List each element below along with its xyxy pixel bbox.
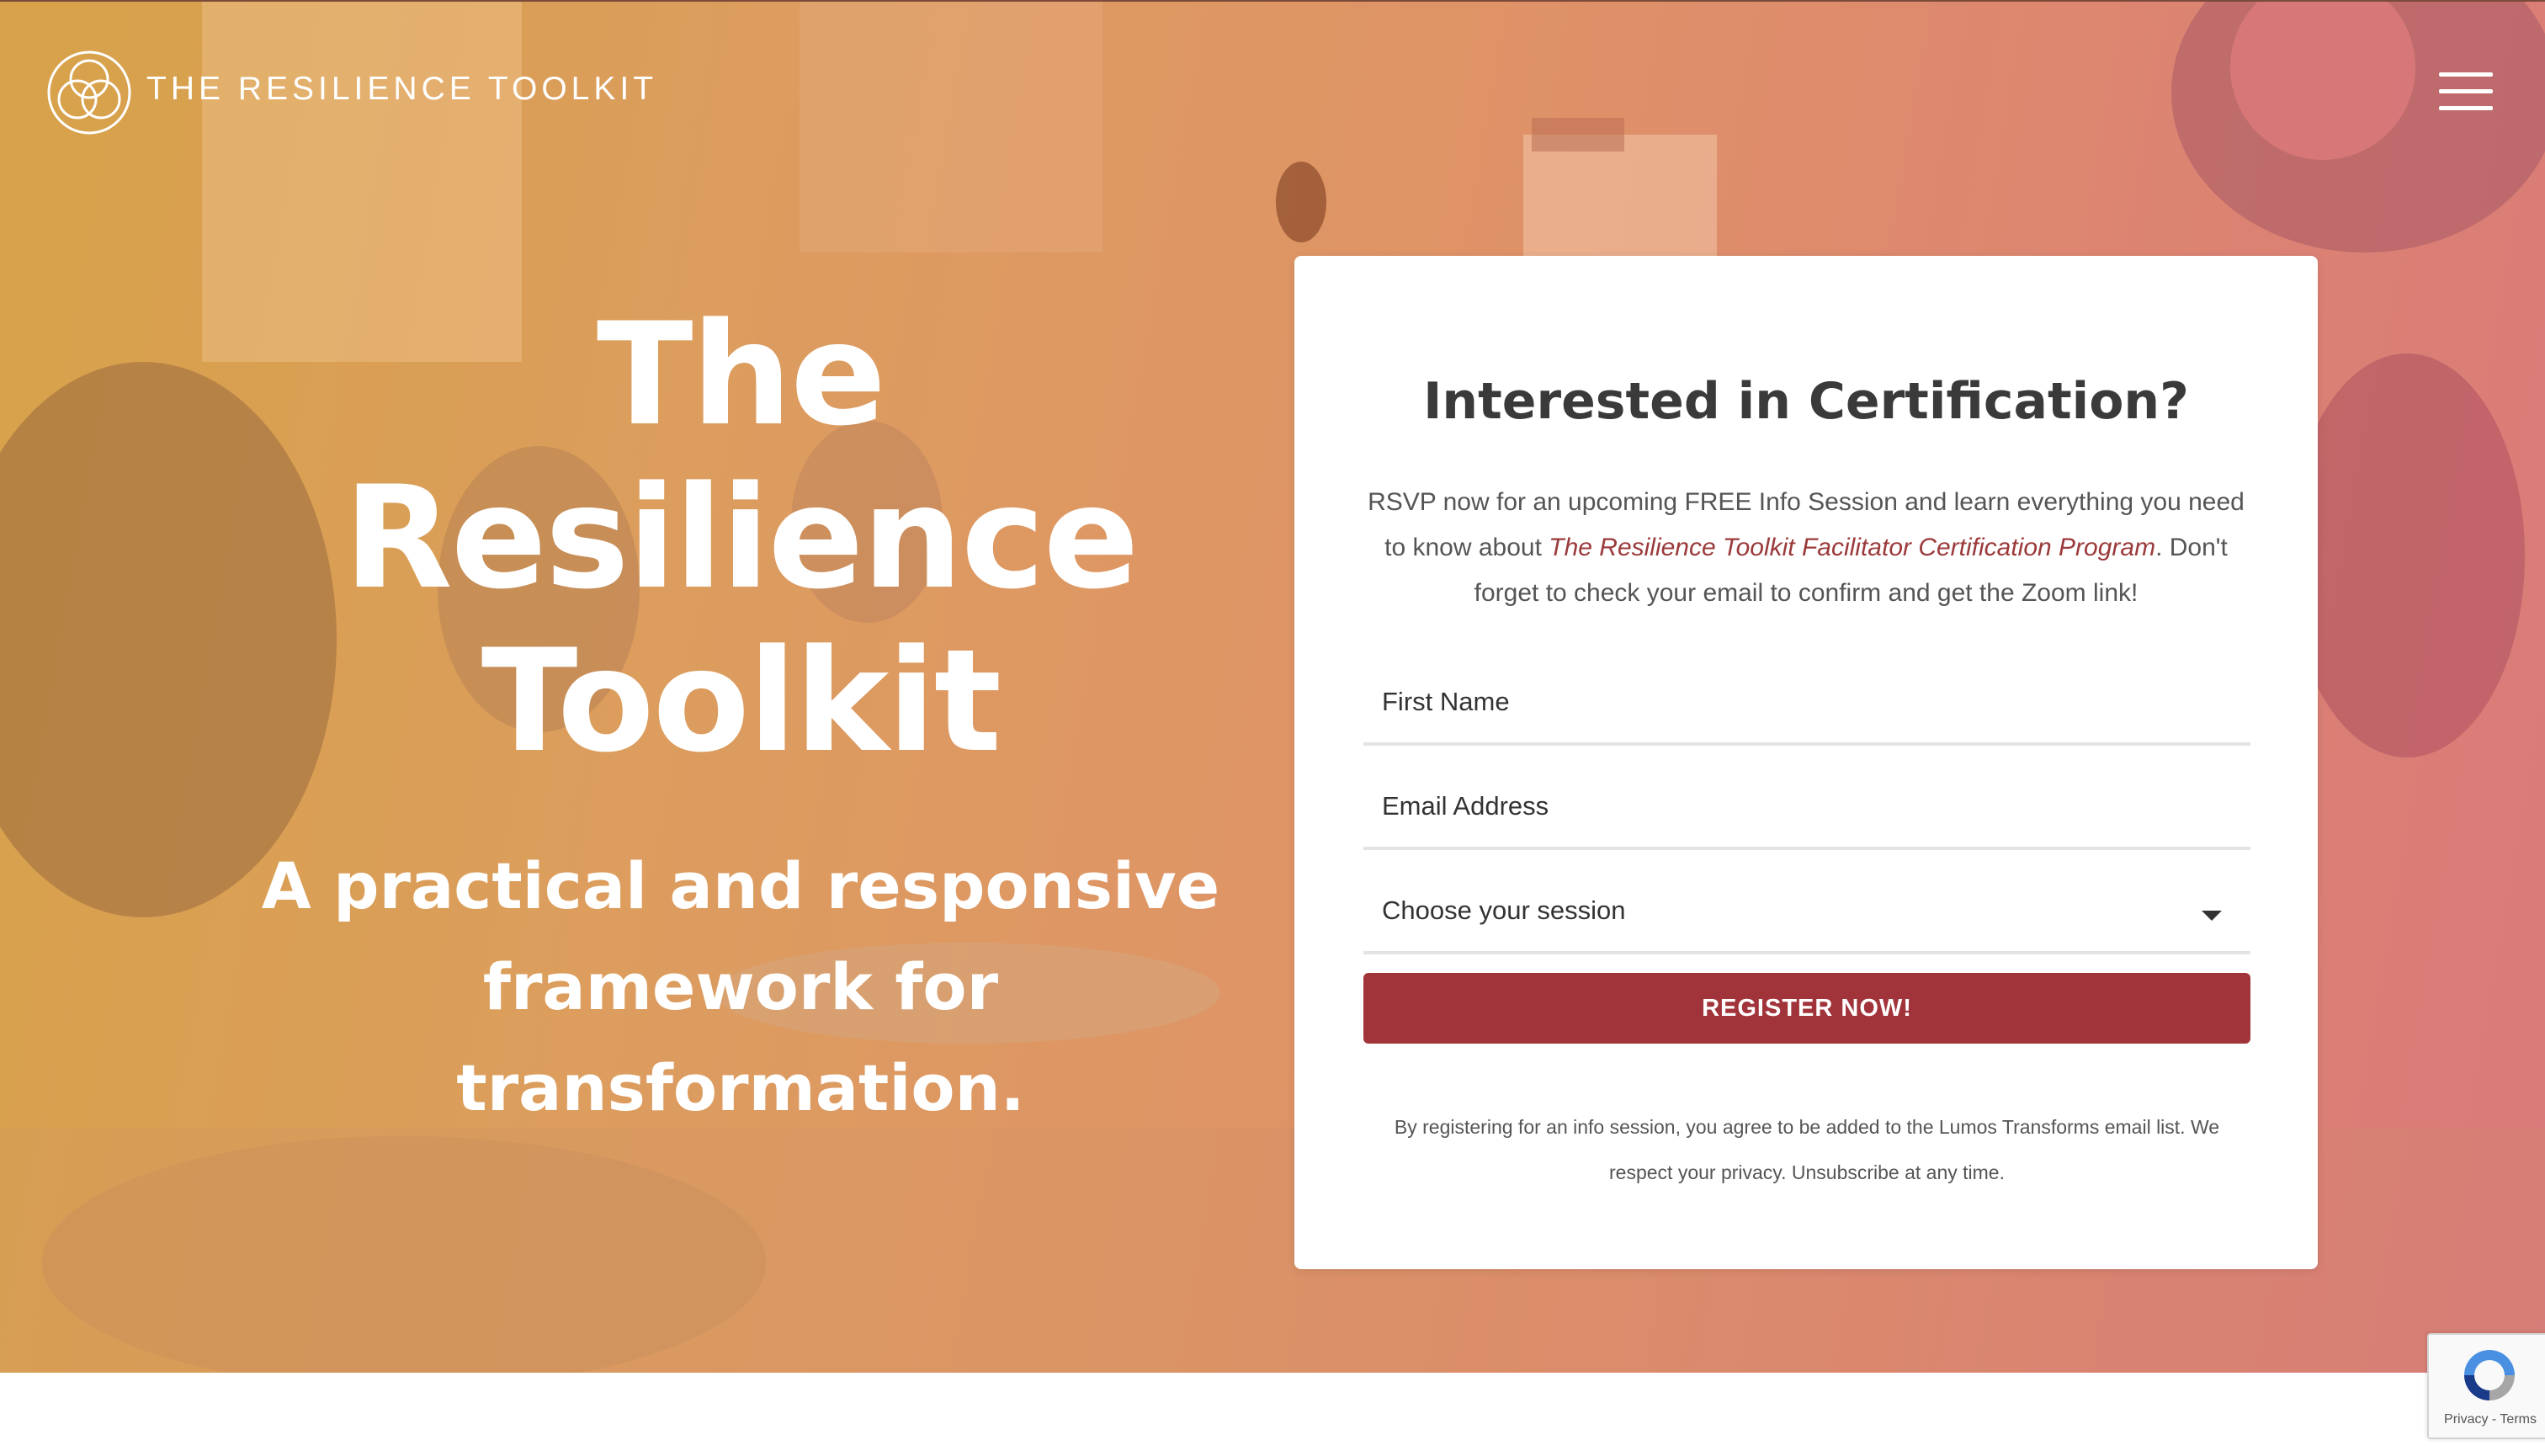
session-select[interactable]: Choose your session [1363, 880, 2250, 954]
register-button[interactable]: REGISTER NOW! [1363, 973, 2250, 1044]
hero-subtitle: A practical and responsive framework for… [252, 836, 1229, 1139]
card-title: Interested in Certification? [1423, 372, 2189, 431]
top-border [0, 0, 2545, 2]
recaptcha-badge[interactable]: Privacy - Terms [2427, 1333, 2545, 1439]
privacy-disclaimer: By registering for an info session, you … [1394, 1116, 2220, 1183]
email-field[interactable]: Email Address [1363, 776, 2250, 850]
first-name-placeholder: First Name [1382, 687, 1510, 716]
brand-name[interactable]: THE RESILIENCE TOOLKIT [146, 71, 657, 108]
first-name-field[interactable]: First Name [1363, 672, 2250, 746]
hero-section: THE RESILIENCE TOOLKIT The Resilience To… [0, 0, 2545, 1373]
program-name: The Resilience Toolkit Facilitator Certi… [1549, 534, 2156, 561]
hero-title-line: Toolkit [481, 619, 1002, 784]
hero-subtitle-line: transformation. [456, 1050, 1025, 1125]
registration-card: Interested in Certification? RSVP now fo… [1294, 256, 2318, 1269]
caret-down-icon [2202, 911, 2222, 921]
email-placeholder: Email Address [1382, 791, 1549, 821]
hero-subtitle-line: framework for [482, 949, 999, 1024]
card-description: RSVP now for an upcoming FREE Info Sessi… [1360, 480, 2252, 616]
session-select-value: Choose your session [1382, 895, 1626, 925]
recaptcha-links[interactable]: Privacy - Terms [2429, 1412, 2545, 1427]
hero-subtitle-line: A practical and responsive [261, 848, 1220, 923]
hero-title: The Resilience Toolkit [320, 293, 1161, 783]
hero-title-line: The [596, 292, 886, 457]
hero-title-line: Resilience [343, 455, 1139, 620]
hamburger-menu-icon[interactable] [2439, 72, 2493, 111]
triple-circle-logo-icon[interactable] [45, 49, 133, 136]
recaptcha-icon [2464, 1350, 2515, 1400]
